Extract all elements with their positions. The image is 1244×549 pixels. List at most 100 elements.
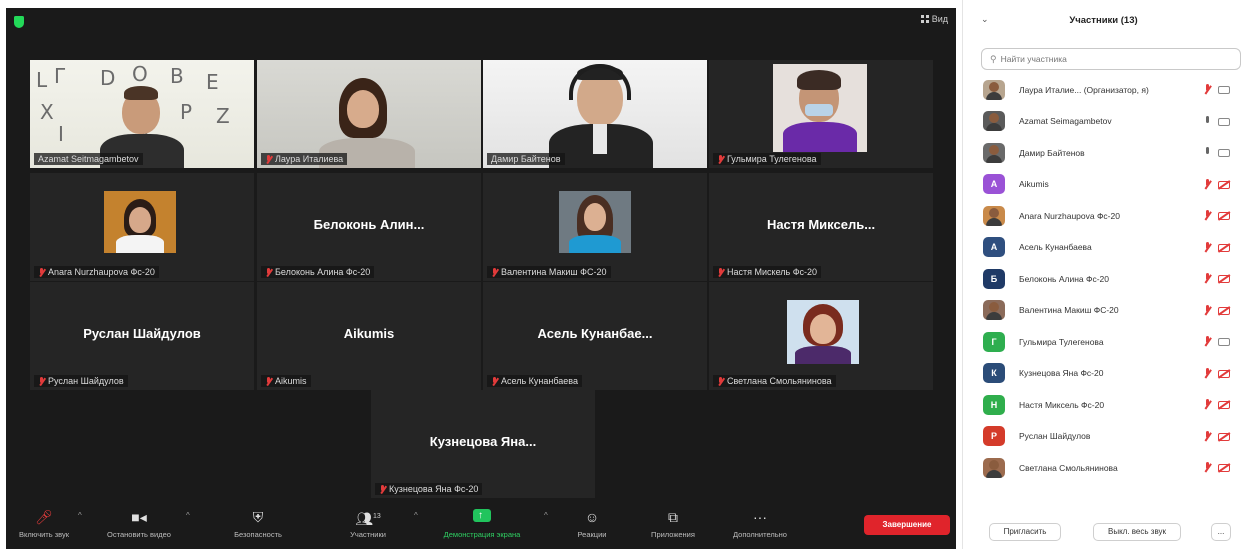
share-screen-icon [473, 508, 491, 524]
mic-muted-icon [379, 484, 386, 494]
video-tile-asel[interactable]: Асель Кунанбае... Асель Кунанбаева [483, 282, 707, 390]
apps-button[interactable]: ⧉ Приложения [638, 509, 708, 539]
more-button[interactable]: ··· Дополнительно [718, 509, 802, 539]
avatar: Г [983, 331, 1005, 352]
invite-button[interactable]: Пригласить [989, 523, 1061, 541]
mic-muted-icon [717, 154, 724, 164]
participant-status [1203, 210, 1230, 221]
mic-muted-icon[interactable] [1203, 462, 1212, 473]
mic-muted-icon[interactable] [1203, 273, 1212, 284]
mic-muted-icon[interactable] [1203, 367, 1212, 379]
mic-muted-icon[interactable] [1203, 210, 1212, 221]
mic-muted-icon[interactable] [1203, 430, 1212, 442]
camera-off-icon[interactable] [1218, 369, 1230, 378]
apps-icon: ⧉ [668, 509, 678, 525]
tile-display-name: Кузнецова Яна... [429, 434, 537, 449]
mic-icon[interactable] [1203, 115, 1212, 127]
mic-muted-icon[interactable] [1203, 178, 1212, 190]
video-tile-svetlana[interactable]: Светлана Смольянинова [709, 282, 933, 390]
camera-off-icon[interactable] [1218, 275, 1230, 283]
tile-name-label: Anara Nurzhaupova Фс-20 [34, 266, 159, 278]
participant-row[interactable]: Лаура Италие... (Организатор, я) [963, 74, 1244, 106]
camera-icon: ■◂ [131, 509, 147, 525]
avatar: Р [983, 426, 1005, 447]
camera-off-icon[interactable] [1218, 180, 1230, 189]
mic-muted-icon[interactable] [1203, 241, 1212, 253]
search-input[interactable] [1000, 54, 1221, 64]
video-tile-ruslan[interactable]: Руслан Шайдулов Руслан Шайдулов [30, 282, 254, 390]
participant-status [1203, 399, 1230, 410]
tile-name-label: Асель Кунанбаева [487, 375, 582, 387]
camera-icon[interactable] [1218, 117, 1230, 126]
chevron-up-icon[interactable]: ^ [186, 511, 190, 520]
participant-row[interactable]: Anara Nurzhaupova Фс-20 [963, 200, 1244, 232]
participant-status [1203, 367, 1230, 379]
participant-name: Дамир Байтенов [1019, 147, 1085, 158]
more-options-button[interactable]: ... [1211, 523, 1231, 541]
video-tile-kuznetsova[interactable]: Кузнецова Яна... Кузнецова Яна Фс-20 [371, 390, 595, 498]
participant-name: Гульмира Тулегенова [1019, 336, 1104, 347]
camera-off-icon[interactable] [1218, 306, 1230, 315]
video-tile-belokon[interactable]: Белоконь Алин... Белоконь Алина Фс-20 [257, 173, 481, 281]
camera-icon[interactable] [1218, 338, 1230, 346]
participant-row[interactable]: Г Гульмира Тулегенова [963, 326, 1244, 358]
participant-row[interactable]: Дамир Байтенов [963, 137, 1244, 169]
participant-row[interactable]: Светлана Смольянинова [963, 452, 1244, 484]
tile-name-label: Настя Мискель Фс-20 [713, 266, 822, 278]
participant-status [1203, 84, 1230, 95]
participants-button[interactable]: 👥︎13 Участники ^ [340, 509, 418, 539]
video-tile-gulmira[interactable]: Гульмира Тулегенова [709, 60, 933, 168]
video-tile-nastya[interactable]: Настя Миксель... Настя Мискель Фс-20 [709, 173, 933, 281]
reactions-button[interactable]: ☺ Реакции [572, 509, 612, 539]
more-dots-icon: ··· [753, 509, 767, 525]
mute-all-button[interactable]: Выкл. весь звук [1093, 523, 1181, 541]
participant-name: Кузнецова Яна Фс-20 [1019, 368, 1104, 379]
camera-off-icon[interactable] [1218, 243, 1230, 252]
video-tile-azamat[interactable]: L Γ X I D O B E P Z V Azamat Seitmagambe… [30, 60, 254, 168]
mic-muted-icon[interactable] [1203, 399, 1212, 410]
mic-icon[interactable] [1203, 147, 1212, 158]
video-tile-valentina[interactable]: Валентина Макиш ФС-20 [483, 173, 707, 281]
mic-muted-icon [38, 267, 45, 277]
video-feed: L Γ X I D O B E P Z V [30, 60, 254, 168]
camera-off-icon[interactable] [1218, 464, 1230, 472]
mic-muted-icon [717, 376, 724, 386]
mic-muted-icon[interactable] [1203, 84, 1212, 95]
camera-icon[interactable] [1218, 86, 1230, 94]
tile-name-label: Светлана Смольянинова [713, 375, 836, 387]
camera-icon[interactable] [1218, 149, 1230, 157]
participant-row[interactable]: Б Белоконь Алина Фс-20 [963, 263, 1244, 295]
chevron-up-icon[interactable]: ^ [414, 511, 418, 520]
participant-row[interactable]: А Асель Кунанбаева [963, 232, 1244, 264]
participant-row[interactable]: A Aikumis [963, 169, 1244, 201]
mic-muted-icon[interactable] [1203, 304, 1212, 316]
participant-row[interactable]: К Кузнецова Яна Фс-20 [963, 358, 1244, 390]
avatar-photo [104, 191, 176, 253]
avatar-photo [559, 191, 631, 253]
security-button[interactable]: ⛨ Безопасность [228, 509, 288, 539]
participant-row[interactable]: Azamat Seimagambetov [963, 106, 1244, 138]
participant-search[interactable]: ⚲ [981, 48, 1241, 70]
meeting-area: Вид L Γ X I D O B E P Z V Azamat Seitmag… [6, 8, 956, 549]
security-shield-icon[interactable] [14, 16, 24, 28]
tile-display-name: Настя Миксель... [766, 217, 876, 232]
video-tile-damir[interactable]: Дамир Байтенов [483, 60, 707, 168]
participant-row[interactable]: Р Руслан Шайдулов [963, 421, 1244, 453]
avatar [983, 205, 1005, 226]
participant-row[interactable]: Валентина Макиш ФС-20 [963, 295, 1244, 327]
video-tile-laura[interactable]: Лаура Италиева [257, 60, 481, 168]
mic-muted-icon[interactable] [1203, 336, 1212, 347]
end-meeting-button[interactable]: Завершение [864, 515, 950, 535]
participant-row[interactable]: Н Настя Миксель Фс-20 [963, 389, 1244, 421]
chevron-up-icon[interactable]: ^ [544, 511, 548, 520]
camera-off-icon[interactable] [1218, 401, 1230, 409]
camera-off-icon[interactable] [1218, 212, 1230, 220]
chevron-up-icon[interactable]: ^ [78, 511, 82, 520]
share-screen-button[interactable]: Демонстрация экрана ^ [436, 508, 548, 539]
video-tile-anara[interactable]: Anara Nurzhaupova Фс-20 [30, 173, 254, 281]
unmute-button[interactable]: 🎤︎ Включить звук ^ [8, 509, 82, 539]
video-tile-aikumis[interactable]: Aikumis Aikumis [257, 282, 481, 390]
camera-off-icon[interactable] [1218, 432, 1230, 441]
stop-video-button[interactable]: ■◂ Остановить видео ^ [98, 509, 190, 539]
view-button[interactable]: Вид [920, 14, 948, 24]
